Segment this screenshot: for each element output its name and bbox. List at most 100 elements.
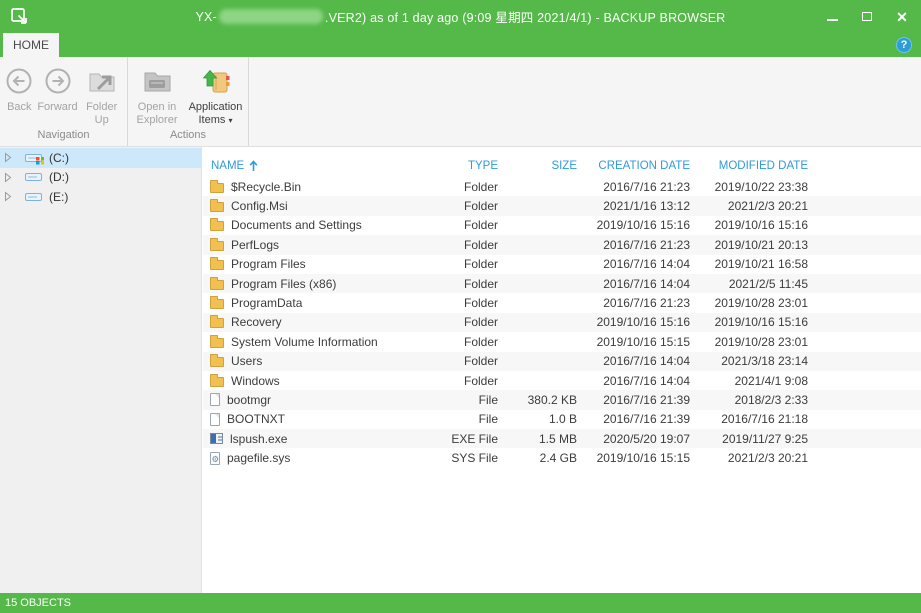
file-size: 380.2 KB [498,393,577,407]
folder-icon [210,221,224,231]
application-items-button[interactable]: Application Items ▾ [185,60,247,129]
file-creation-date: 2020/5/20 19:07 [577,432,690,446]
drive-icon [25,173,42,181]
column-header-modified-date[interactable]: MODIFIED DATE [690,160,808,172]
file-modified-date: 2021/3/18 23:14 [690,354,808,368]
help-button[interactable]: ? [896,37,912,53]
backup-browser-window: YX-.VER2) as of 1 day ago (9:09 星期四 2021… [0,0,921,613]
drive-icon [25,193,42,201]
back-button[interactable]: Back [3,60,35,129]
tree-item-e-drive[interactable]: (E:) [0,187,201,207]
folder-icon [210,338,224,348]
file-row[interactable]: PerfLogs Folder 2016/7/16 21:23 2019/10/… [203,235,921,254]
expand-arrow-icon[interactable] [4,152,12,163]
file-row[interactable]: Program Files Folder 2016/7/16 14:04 201… [203,255,921,274]
maximize-icon [862,12,872,21]
file-type: Folder [428,374,498,388]
file-creation-date: 2016/7/16 14:04 [577,354,690,368]
file-type: Folder [428,180,498,194]
file-row[interactable]: bootmgr File 380.2 KB 2016/7/16 21:39 20… [203,390,921,409]
ribbon: Back Forward Folder Up [0,57,921,147]
folder-icon [210,299,224,309]
file-name: Users [231,354,262,368]
file-creation-date: 2019/10/16 15:16 [577,315,690,329]
file-row[interactable]: Program Files (x86) Folder 2016/7/16 14:… [203,274,921,293]
file-type: Folder [428,315,498,329]
object-count: 15 OBJECTS [5,597,71,609]
dropdown-caret-icon: ▾ [228,116,232,125]
tab-home[interactable]: HOME [3,33,59,57]
file-name: Documents and Settings [231,218,362,232]
expand-arrow-icon[interactable] [4,191,12,202]
file-row[interactable]: lspush.exe EXE File 1.5 MB 2020/5/20 19:… [203,429,921,448]
open-in-explorer-button[interactable]: Open in Explorer [130,60,185,129]
file-creation-date: 2016/7/16 14:04 [577,277,690,291]
explorer-folder-icon [141,68,173,94]
folder-icon [210,280,224,290]
column-header-name[interactable]: NAME [203,160,428,172]
file-modified-date: 2019/10/16 15:16 [690,315,808,329]
file-name: lspush.exe [230,432,287,446]
file-type: Folder [428,335,498,349]
file-creation-date: 2016/7/16 14:04 [577,257,690,271]
file-row[interactable]: $Recycle.Bin Folder 2016/7/16 21:23 2019… [203,177,921,196]
expand-arrow-icon[interactable] [4,172,12,183]
file-creation-date: 2016/7/16 14:04 [577,374,690,388]
tree-item-c-drive[interactable]: (C:) [0,148,201,168]
folder-icon [210,260,224,270]
file-icon [210,393,220,406]
window-controls: ✕ [825,0,909,33]
file-row[interactable]: Users Folder 2016/7/16 14:04 2021/3/18 2… [203,352,921,371]
file-modified-date: 2019/10/16 15:16 [690,218,808,232]
application-items-icon [200,66,232,96]
file-creation-date: 2019/10/16 15:15 [577,451,690,465]
sys-icon [210,452,220,465]
file-modified-date: 2021/4/1 9:08 [690,374,808,388]
exe-icon [210,433,223,444]
file-modified-date: 2019/10/21 16:58 [690,257,808,271]
file-row[interactable]: BOOTNXT File 1.0 B 2016/7/16 21:39 2016/… [203,410,921,429]
file-modified-date: 2019/11/27 9:25 [690,432,808,446]
file-row[interactable]: ProgramData Folder 2016/7/16 21:23 2019/… [203,293,921,312]
forward-button[interactable]: Forward [35,60,79,129]
file-type: Folder [428,238,498,252]
file-row[interactable]: Documents and Settings Folder 2019/10/16… [203,216,921,235]
folder-icon [210,357,224,367]
maximize-button[interactable] [860,10,874,24]
sort-ascending-icon [249,160,258,172]
file-type: Folder [428,257,498,271]
back-circle-arrow-icon [5,67,33,95]
column-header-size[interactable]: SIZE [498,160,577,172]
file-creation-date: 2019/10/16 15:16 [577,218,690,232]
file-creation-date: 2016/7/16 21:23 [577,296,690,310]
file-modified-date: 2019/10/22 23:38 [690,180,808,194]
window-title-prefix: YX- [195,10,216,24]
ribbon-tab-row: HOME ? [0,33,921,57]
file-list: NAME TYPE SIZE CREATION DATE MODIFIED DA… [203,147,921,593]
file-type: Folder [428,277,498,291]
close-button[interactable]: ✕ [895,10,909,24]
file-name: pagefile.sys [227,451,290,465]
folder-up-button[interactable]: Folder Up [80,60,124,129]
file-creation-date: 2021/1/16 13:12 [577,199,690,213]
file-modified-date: 2019/10/21 20:13 [690,238,808,252]
file-row[interactable]: Windows Folder 2016/7/16 14:04 2021/4/1 … [203,371,921,390]
file-type: SYS File [428,451,498,465]
file-row[interactable]: System Volume Information Folder 2019/10… [203,332,921,351]
file-type: Folder [428,354,498,368]
column-header-creation-date[interactable]: CREATION DATE [577,160,690,172]
system-drive-icon [25,154,42,162]
file-row[interactable]: pagefile.sys SYS File 2.4 GB 2019/10/16 … [203,448,921,467]
file-name: PerfLogs [231,238,279,252]
minimize-button[interactable] [825,10,839,24]
file-creation-date: 2016/7/16 21:39 [577,412,690,426]
file-row[interactable]: Recovery Folder 2019/10/16 15:16 2019/10… [203,313,921,332]
file-type: Folder [428,199,498,213]
tree-item-d-drive[interactable]: (D:) [0,168,201,188]
file-row[interactable]: Config.Msi Folder 2021/1/16 13:12 2021/2… [203,196,921,215]
folder-icon [210,183,224,193]
file-modified-date: 2021/2/3 20:21 [690,451,808,465]
column-header-type[interactable]: TYPE [428,160,498,172]
file-name: System Volume Information [231,335,378,349]
drive-tree: (C:) (D:) (E:) [0,147,202,593]
